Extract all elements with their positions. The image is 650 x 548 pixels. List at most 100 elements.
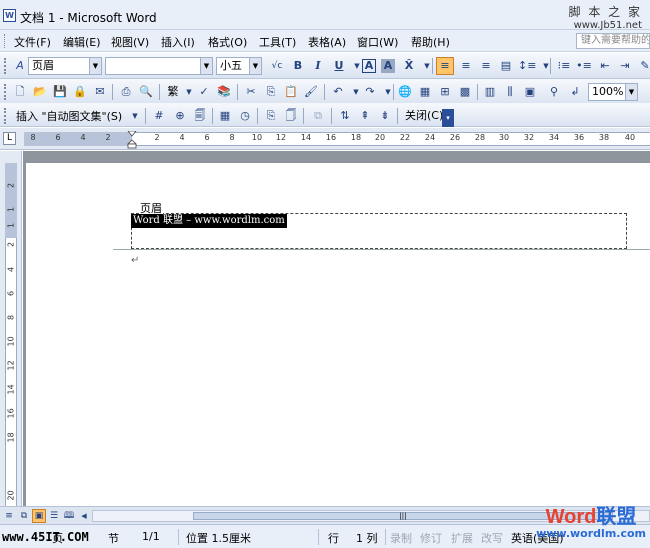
- print-preview-icon[interactable]: 🔍: [137, 83, 155, 101]
- toolbar-grip[interactable]: [4, 84, 7, 100]
- menu-tools[interactable]: 工具(T): [259, 34, 296, 50]
- toolbar-grip[interactable]: [4, 58, 7, 74]
- menu-help[interactable]: 帮助(H): [411, 34, 450, 50]
- insert-excel-icon[interactable]: ▩: [456, 83, 474, 101]
- chevron-down-icon[interactable]: ▼: [537, 57, 555, 75]
- decrease-indent-icon[interactable]: ⇤: [596, 57, 614, 75]
- align-right-icon[interactable]: ≡: [477, 57, 495, 75]
- status-ovr[interactable]: 改写: [481, 530, 503, 546]
- undo-icon[interactable]: ↶: [329, 83, 347, 101]
- menu-grip[interactable]: [4, 34, 7, 48]
- justify-icon[interactable]: ▤: [497, 57, 515, 75]
- status-trk[interactable]: 修订: [420, 530, 442, 546]
- spelling-icon[interactable]: ✓: [195, 83, 213, 101]
- new-document-icon[interactable]: 🗋: [11, 83, 29, 101]
- insert-autotext-button[interactable]: 插入 "自动图文集"(S): [16, 108, 122, 124]
- status-ext[interactable]: 扩展: [451, 530, 473, 546]
- chevron-down-icon[interactable]: ▼: [418, 57, 436, 75]
- insert-table-icon[interactable]: ⊞: [436, 83, 454, 101]
- bold-button[interactable]: B: [289, 57, 307, 75]
- research-icon[interactable]: 📚: [215, 83, 233, 101]
- outline-view-icon[interactable]: ☰: [47, 509, 61, 523]
- insert-page-count-icon[interactable]: ⊕: [171, 107, 189, 125]
- paste-icon[interactable]: 📋: [282, 83, 300, 101]
- char-shading-button[interactable]: A: [381, 59, 395, 73]
- word-doc-icon[interactable]: W: [3, 9, 16, 22]
- show-document-text-icon[interactable]: 🗍: [282, 107, 300, 125]
- tab-selector[interactable]: L: [3, 132, 16, 145]
- align-center-icon[interactable]: ≡: [457, 57, 475, 75]
- insert-page-number-icon[interactable]: #: [150, 107, 168, 125]
- toolbar-grip[interactable]: [4, 108, 7, 124]
- vruler-number: 1: [6, 222, 16, 229]
- zoom-select[interactable]: 100% ▼: [588, 83, 638, 101]
- tables-borders-icon[interactable]: ▦: [416, 83, 434, 101]
- normal-view-icon[interactable]: ≡: [2, 509, 16, 523]
- styles-pane-icon[interactable]: A: [11, 57, 29, 75]
- page-setup-icon[interactable]: ⎘: [262, 107, 280, 125]
- menu-window[interactable]: 窗口(W): [357, 34, 398, 50]
- help-search-input[interactable]: 键入需要帮助的: [576, 33, 650, 49]
- show-previous-icon[interactable]: ⇞: [356, 107, 374, 125]
- menu-insert[interactable]: 插入(I): [161, 34, 195, 50]
- increase-indent-icon[interactable]: ⇥: [616, 57, 634, 75]
- web-layout-icon[interactable]: ⧉: [17, 509, 31, 523]
- switch-header-footer-icon[interactable]: ⇅: [336, 107, 354, 125]
- italic-button[interactable]: I: [309, 57, 327, 75]
- indent-marker-icon[interactable]: [127, 131, 137, 149]
- copy-icon[interactable]: ⎘: [262, 83, 280, 101]
- insert-date-icon[interactable]: ▦: [216, 107, 234, 125]
- scroll-left-icon[interactable]: ◀: [77, 509, 91, 523]
- menu-format[interactable]: 格式(O): [208, 34, 247, 50]
- menu-edit[interactable]: 编辑(E): [63, 34, 101, 50]
- chevron-down-icon[interactable]: ▼: [625, 84, 637, 100]
- char-scale-icon[interactable]: X̂: [400, 57, 418, 75]
- menu-view[interactable]: 视图(V): [111, 34, 149, 50]
- hyperlink-icon[interactable]: 🌐: [396, 83, 414, 101]
- insert-time-icon[interactable]: ◷: [236, 107, 254, 125]
- underline-button[interactable]: U: [330, 57, 348, 75]
- menu-file[interactable]: 文件(F): [14, 34, 51, 50]
- paragraph-mark-icon[interactable]: ↲: [566, 83, 584, 101]
- numbering-icon[interactable]: ⁝≡: [555, 57, 573, 75]
- chevron-down-icon[interactable]: ▼: [89, 58, 101, 74]
- chevron-down-icon[interactable]: ▼: [126, 107, 144, 125]
- show-next-icon[interactable]: ⇟: [376, 107, 394, 125]
- save-icon[interactable]: 💾: [51, 83, 69, 101]
- permission-icon[interactable]: 🔒: [71, 83, 89, 101]
- format-page-number-icon[interactable]: 🗐: [191, 107, 209, 125]
- status-rec[interactable]: 录制: [390, 530, 412, 546]
- highlight-icon[interactable]: ✎: [636, 57, 650, 75]
- reading-layout-icon[interactable]: 🕮: [62, 509, 76, 523]
- font-select[interactable]: ▼: [105, 57, 213, 75]
- cut-icon[interactable]: ✂: [242, 83, 260, 101]
- char-border-button[interactable]: A: [362, 59, 376, 73]
- show-hide-icon[interactable]: ⚲: [545, 83, 563, 101]
- drawing-icon[interactable]: ⫼: [501, 83, 519, 101]
- font-size-select[interactable]: 小五 ▼: [216, 57, 262, 75]
- chevron-down-icon[interactable]: ▼: [379, 83, 397, 101]
- align-left-icon[interactable]: ≡: [436, 57, 454, 75]
- vruler-number: 20: [6, 490, 16, 501]
- document-map-icon[interactable]: ▣: [521, 83, 539, 101]
- phonetic-guide-icon[interactable]: √c: [268, 57, 286, 75]
- chevron-down-icon[interactable]: ▼: [249, 58, 261, 74]
- print-icon[interactable]: ⎙: [117, 83, 135, 101]
- columns-icon[interactable]: ▥: [481, 83, 499, 101]
- email-icon[interactable]: ✉: [91, 83, 109, 101]
- style-select[interactable]: 页眉 ▼: [28, 57, 102, 75]
- ruler-number: 38: [598, 133, 610, 142]
- open-folder-icon[interactable]: 📂: [31, 83, 49, 101]
- link-to-previous-icon[interactable]: ⧉: [309, 107, 327, 125]
- header-text[interactable]: Word 联盟 – www.wordlm.com: [131, 214, 287, 228]
- format-painter-icon[interactable]: 🖌: [302, 83, 320, 101]
- chevron-down-icon[interactable]: ▼: [200, 58, 212, 74]
- status-section: 节: [108, 532, 119, 545]
- menu-table[interactable]: 表格(A): [308, 34, 346, 50]
- line-spacing-icon[interactable]: ↕≡: [518, 57, 536, 75]
- bullets-icon[interactable]: •≡: [575, 57, 593, 75]
- ruler-number: 34: [548, 133, 560, 142]
- print-layout-icon[interactable]: ▣: [32, 509, 46, 523]
- toolbar-options-icon[interactable]: ▾: [442, 109, 454, 127]
- redo-icon[interactable]: ↷: [361, 83, 379, 101]
